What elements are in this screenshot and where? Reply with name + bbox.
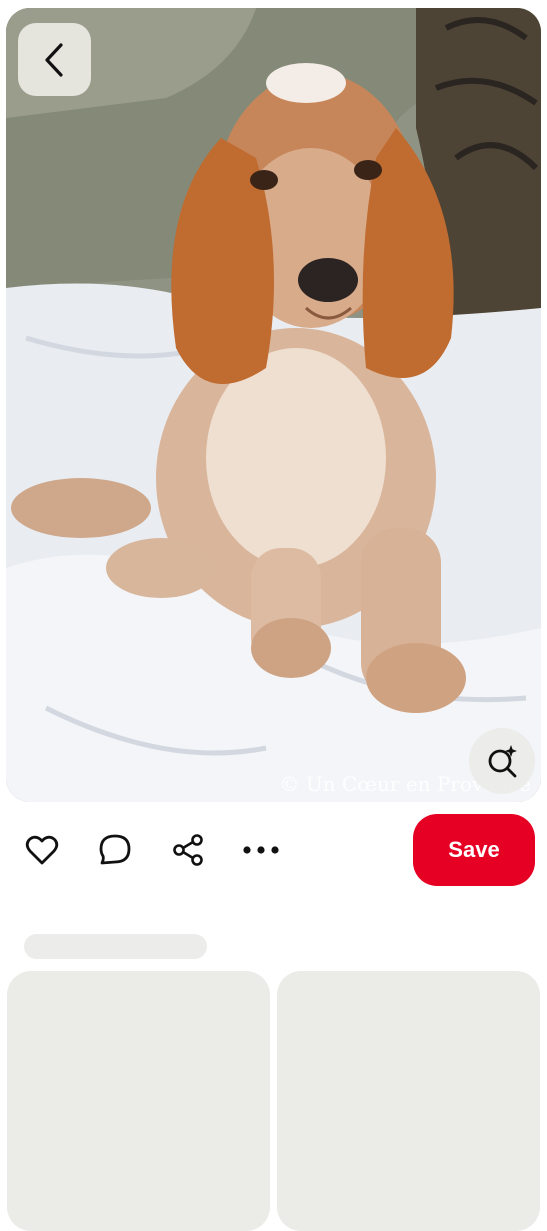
share-button[interactable]: [168, 830, 208, 870]
visual-search-icon: [488, 745, 517, 778]
more-options-button[interactable]: [241, 830, 281, 870]
loading-pin-placeholder-right: [277, 971, 540, 1231]
comment-button[interactable]: [95, 830, 135, 870]
comment-icon: [99, 834, 131, 865]
heart-icon: [25, 835, 59, 865]
pin-action-bar: Save: [0, 812, 547, 888]
share-icon: [173, 834, 203, 866]
loading-title-placeholder: [24, 934, 207, 959]
like-button[interactable]: [22, 830, 62, 870]
puppy-photo: [6, 8, 541, 802]
back-button[interactable]: [18, 23, 91, 96]
pin-image[interactable]: © Un Cœur en Provence: [6, 8, 541, 802]
save-button[interactable]: Save: [413, 814, 535, 886]
more-icon: [243, 846, 279, 854]
loading-pin-placeholder-left: [7, 971, 270, 1231]
visual-search-button[interactable]: [469, 728, 535, 794]
chevron-left-icon: [44, 42, 63, 77]
